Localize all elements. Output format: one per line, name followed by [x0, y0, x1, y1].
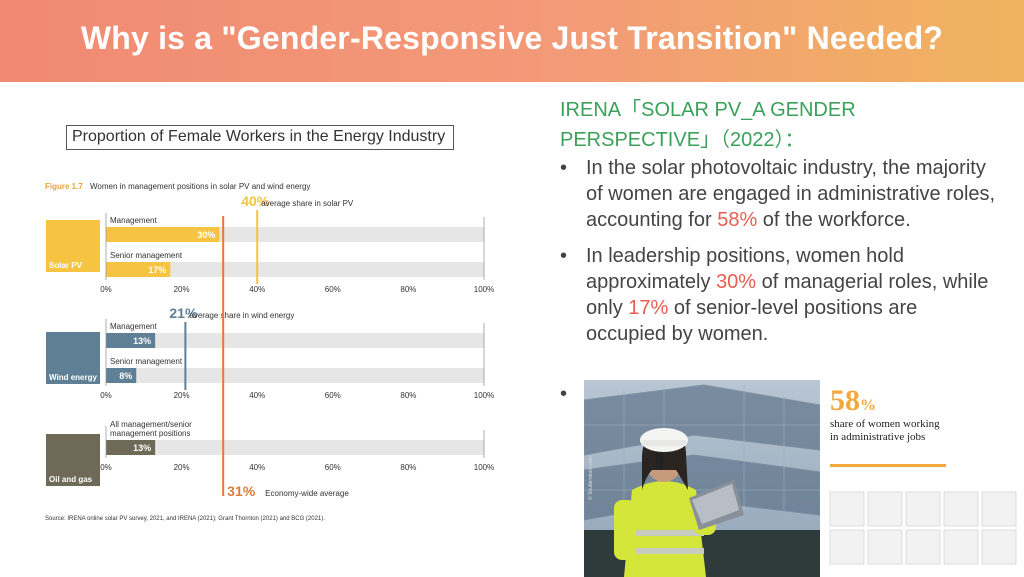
tick-label: 100% — [474, 391, 494, 400]
tick-label: 100% — [474, 285, 494, 294]
gender-chart: Figure 1.7 Women in management positions … — [45, 182, 494, 522]
highlight-58: 58% — [717, 209, 758, 231]
highlight-30: 30% — [716, 271, 757, 293]
chart-source: Source: IRENA online solar PV survey, 20… — [45, 516, 325, 522]
tick-label: 60% — [325, 391, 341, 400]
tick-label: 0% — [100, 463, 112, 472]
highlight-17: 17% — [628, 297, 669, 319]
group-label-oil-and-gas: Oil and gas — [49, 475, 93, 484]
tick-label: 80% — [400, 391, 416, 400]
worker-illustration — [584, 380, 820, 577]
bar-category-label: Management — [110, 216, 157, 225]
bar-value-label: 17% — [148, 265, 166, 275]
group-label-solar-pv: Solar PV — [49, 261, 83, 270]
bar-track — [106, 333, 484, 348]
figure-number: Figure 1.7 — [45, 182, 83, 191]
tick-label: 20% — [174, 391, 190, 400]
bullet-item-3: • — [560, 383, 568, 405]
economy-average-value: 31% — [227, 483, 256, 499]
solar-panels-graphic — [829, 491, 1017, 565]
bullet-item-1: • In the solar photovoltaic industry, th… — [560, 155, 1000, 233]
stat-panel: 58% share of women working in administra… — [820, 380, 1022, 577]
chart-title: Women in management positions in solar P… — [90, 182, 310, 191]
average-text-solar-pv: average share in solar PV — [261, 199, 354, 208]
bar-category-label: management positions — [110, 429, 191, 438]
bar-value-label: 13% — [133, 443, 151, 453]
bar-category-label: Senior management — [110, 251, 183, 260]
report-title: IRENA「SOLAR PV_A GENDER PERSPECTIVE」（202… — [560, 99, 856, 151]
tick-label: 0% — [100, 285, 112, 294]
title-banner: Why is a "Gender-Responsive Just Transit… — [0, 0, 1024, 82]
tick-label: 20% — [174, 285, 190, 294]
bullet-dot: • — [560, 157, 568, 179]
tick-label: 40% — [249, 285, 265, 294]
tick-label: 0% — [100, 391, 112, 400]
bullet-item-2: • In leadership positions, women hold ap… — [560, 243, 1000, 347]
average-text-wind-energy: average share in wind energy — [189, 311, 294, 320]
tick-label: 80% — [400, 285, 416, 294]
tick-label: 40% — [249, 463, 265, 472]
photo-credit: © Shutterstock.com — [588, 456, 594, 500]
bar-track — [106, 440, 484, 455]
bullet-dot: • — [560, 245, 568, 267]
bar-category-label: Senior management — [110, 357, 183, 366]
bar-value-label: 30% — [197, 230, 215, 240]
tick-label: 40% — [249, 391, 265, 400]
tick-label: 60% — [325, 285, 341, 294]
bullet-text: of the workforce. — [757, 209, 911, 231]
solar-infographic: 58% share of women working in administra… — [584, 380, 1022, 577]
group-label-wind-energy: Wind energy — [49, 373, 97, 382]
bar-value-label: 13% — [133, 336, 151, 346]
bar-value-label: 8% — [119, 371, 132, 381]
chart-box-title: Proportion of Female Workers in the Ener… — [66, 125, 454, 150]
economy-average-text: Economy-wide average — [265, 489, 349, 498]
sun-icon — [71, 393, 75, 397]
tick-label: 20% — [174, 463, 190, 472]
tick-label: 80% — [400, 463, 416, 472]
worker-photo — [584, 380, 820, 577]
slide-title: Why is a "Gender-Responsive Just Transit… — [80, 20, 944, 56]
tick-label: 60% — [325, 463, 341, 472]
bar-track — [106, 368, 484, 383]
bar-category-label: All management/senior — [110, 420, 192, 429]
bar-category-label: Management — [110, 322, 157, 331]
bullet-list: • In the solar photovoltaic industry, th… — [560, 155, 1000, 357]
tick-label: 100% — [474, 463, 494, 472]
